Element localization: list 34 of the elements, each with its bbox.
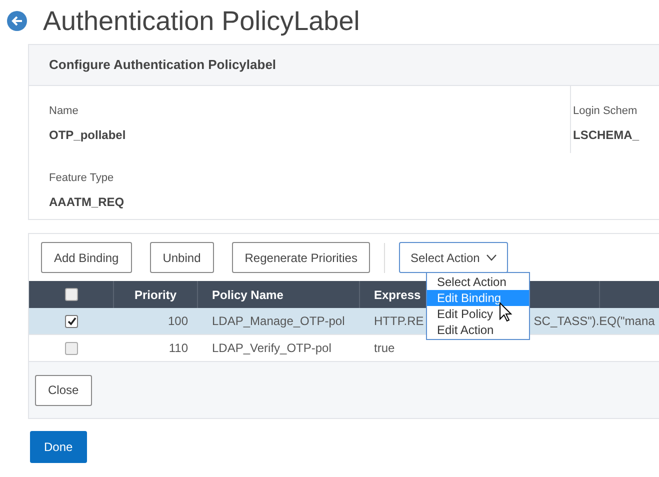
table-cell-text: HTTP.RE — [374, 313, 424, 330]
toolbar-button[interactable]: Unbind — [150, 242, 214, 273]
table-cell-text: 100 — [168, 313, 188, 330]
checkbox[interactable] — [65, 342, 78, 354]
panel-title: Configure Authentication Policylabel — [29, 45, 659, 86]
toolbar-button[interactable]: Add Binding — [41, 242, 132, 273]
table-cell: LDAP_Manage_OTP-pol — [212, 314, 345, 328]
field-label: Feature Type — [49, 171, 115, 186]
column-header[interactable]: Express — [374, 286, 421, 304]
menu-item[interactable]: Edit Policy — [427, 306, 529, 322]
cursor-icon — [499, 302, 513, 322]
close-button[interactable]: Close — [35, 374, 92, 406]
table-cell-text: 110 — [168, 340, 188, 357]
table-cell-text: true — [374, 340, 395, 357]
caret-icon — [486, 254, 497, 261]
table-cell-text: SC_TASS").EQ("mana — [534, 313, 655, 330]
column-header[interactable]: Priority — [134, 286, 176, 304]
field-value: AAATM_REQ — [49, 194, 124, 210]
field-value: LSCHEMA_ — [573, 126, 640, 144]
menu-item[interactable]: Edit Action — [427, 322, 529, 338]
page-title: Authentication PolicyLabel — [43, 8, 360, 34]
checkbox[interactable] — [64, 288, 78, 301]
column-header[interactable]: Policy Name — [212, 286, 284, 304]
menu-item[interactable]: Select Action — [427, 274, 529, 290]
table-cell: LDAP_Verify_OTP-pol — [212, 341, 332, 355]
field-label: Name — [49, 104, 80, 119]
action-select[interactable]: Select Action — [399, 242, 508, 273]
table-row[interactable]: 110 LDAP_Verify_OTP-pol true — [29, 335, 659, 362]
checkbox[interactable] — [65, 314, 78, 328]
field-value: OTP_pollabel — [49, 126, 126, 144]
field-label: Login Schem — [573, 104, 638, 119]
done-button[interactable]: Done — [30, 431, 87, 463]
back-icon[interactable] — [7, 11, 27, 31]
toolbar-button[interactable]: Regenerate Priorities — [232, 242, 370, 273]
